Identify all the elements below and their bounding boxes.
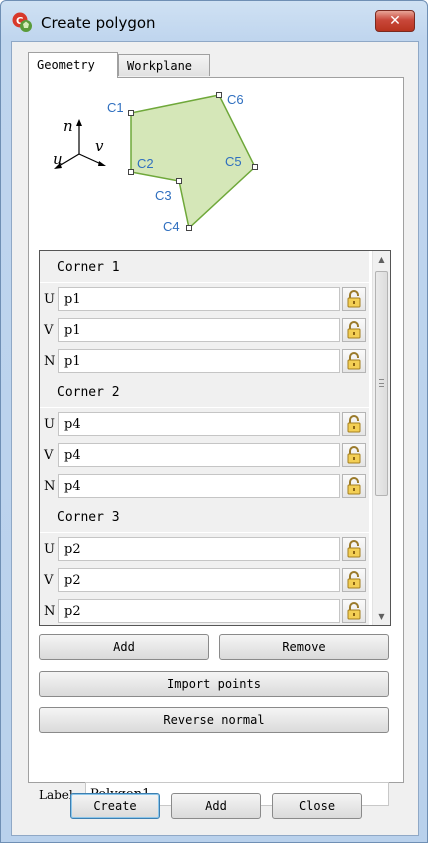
corner-label-c5: C5	[225, 154, 242, 169]
axis-label: N	[44, 354, 56, 369]
corner-param-row: V p1	[40, 314, 369, 345]
tab-geometry[interactable]: Geometry	[28, 52, 118, 78]
corner-header: Corner 2	[40, 376, 369, 408]
corner-header: Corner 3	[40, 501, 369, 533]
padlock-icon	[347, 446, 361, 464]
parameter-field[interactable]: p1	[58, 349, 340, 373]
window-title: Create polygon	[41, 14, 156, 32]
parameter-field[interactable]: p2	[58, 599, 340, 623]
parameter-field[interactable]: p1	[58, 318, 340, 342]
corner-label-c2: C2	[137, 156, 154, 171]
parameter-field[interactable]: p2	[58, 568, 340, 592]
scroll-down-arrow-icon[interactable]: ▼	[373, 608, 390, 625]
title-bar: C Create polygon ✕	[1, 1, 427, 41]
remove-corner-button[interactable]: Remove	[219, 634, 389, 660]
corner-list-content: Corner 1 U p1 V p1 N p1 Corner 2 U p4 V …	[40, 251, 369, 625]
corner-param-row: V p2	[40, 564, 369, 595]
lock-toggle-button[interactable]	[342, 568, 366, 592]
axis-label: N	[44, 604, 56, 619]
polygon-diagram: n u v C1 C2 C3 C4 C5 C6	[53, 92, 258, 234]
axis-label: U	[44, 417, 55, 432]
axis-label: V	[44, 323, 54, 338]
padlock-icon	[347, 352, 361, 370]
axis-label-u: u	[53, 150, 63, 168]
corner-param-row: N p2	[40, 595, 369, 625]
dialog-client-area: Geometry Workplane n u v C1 C2 C3 C4 C5 …	[11, 41, 419, 836]
axis-label-v: v	[95, 137, 104, 155]
add-button[interactable]: Add	[171, 793, 261, 819]
lock-toggle-button[interactable]	[342, 318, 366, 342]
lock-toggle-button[interactable]	[342, 412, 366, 436]
axis-label: U	[44, 292, 55, 307]
axis-label: N	[44, 479, 56, 494]
lock-toggle-button[interactable]	[342, 287, 366, 311]
corner-param-row: N p4	[40, 470, 369, 501]
corner-param-row: V p4	[40, 439, 369, 470]
corner-list: Corner 1 U p1 V p1 N p1 Corner 2 U p4 V …	[39, 250, 391, 626]
parameter-field[interactable]: p4	[58, 412, 340, 436]
add-corner-button[interactable]: Add	[39, 634, 209, 660]
reverse-normal-button[interactable]: Reverse normal	[39, 707, 389, 733]
app-logo-icon: C	[12, 12, 32, 32]
tab-workplane[interactable]: Workplane	[118, 54, 210, 76]
axis-label: U	[44, 542, 55, 557]
corner-header: Corner 1	[40, 251, 369, 283]
corner-list-scrollbar[interactable]: ▲ ▼	[372, 251, 390, 625]
padlock-icon	[347, 571, 361, 589]
lock-toggle-button[interactable]	[342, 537, 366, 561]
corner-label-c4: C4	[163, 219, 180, 234]
padlock-icon	[347, 415, 361, 433]
scrollbar-thumb[interactable]	[375, 271, 388, 496]
corner-param-row: U p1	[40, 283, 369, 314]
padlock-icon	[347, 290, 361, 308]
corner-param-row: U p2	[40, 533, 369, 564]
lock-toggle-button[interactable]	[342, 349, 366, 373]
window-close-button[interactable]: ✕	[375, 10, 415, 32]
grip-icon	[379, 379, 384, 387]
lock-toggle-button[interactable]	[342, 443, 366, 467]
axis-label: V	[44, 573, 54, 588]
padlock-icon	[347, 540, 361, 558]
corner-label-c3: C3	[155, 188, 172, 203]
axes-triad-icon: n u v	[53, 117, 106, 169]
parameter-field[interactable]: p4	[58, 474, 340, 498]
scroll-up-arrow-icon[interactable]: ▲	[373, 251, 390, 268]
create-polygon-dialog: C Create polygon ✕ Geometry Workplane n	[0, 0, 428, 843]
corner-label-c1: C1	[107, 100, 124, 115]
lock-toggle-button[interactable]	[342, 474, 366, 498]
close-button[interactable]: Close	[272, 793, 362, 819]
lock-toggle-button[interactable]	[342, 599, 366, 623]
axis-label-n: n	[63, 117, 73, 135]
parameter-field[interactable]: p2	[58, 537, 340, 561]
corner-param-row: U p4	[40, 408, 369, 439]
axis-label: V	[44, 448, 54, 463]
parameter-field[interactable]: p1	[58, 287, 340, 311]
geometry-tab-panel: n u v C1 C2 C3 C4 C5 C6 Corner 1 U p1 V …	[28, 77, 404, 806]
padlock-icon	[347, 321, 361, 339]
padlock-icon	[347, 477, 361, 495]
create-button[interactable]: Create	[70, 793, 160, 819]
import-points-button[interactable]: Import points	[39, 671, 389, 697]
corner-param-row: N p1	[40, 345, 369, 376]
parameter-field[interactable]: p4	[58, 443, 340, 467]
corner-label-c6: C6	[227, 92, 244, 107]
label-caption: Label	[39, 788, 73, 802]
padlock-icon	[347, 602, 361, 620]
